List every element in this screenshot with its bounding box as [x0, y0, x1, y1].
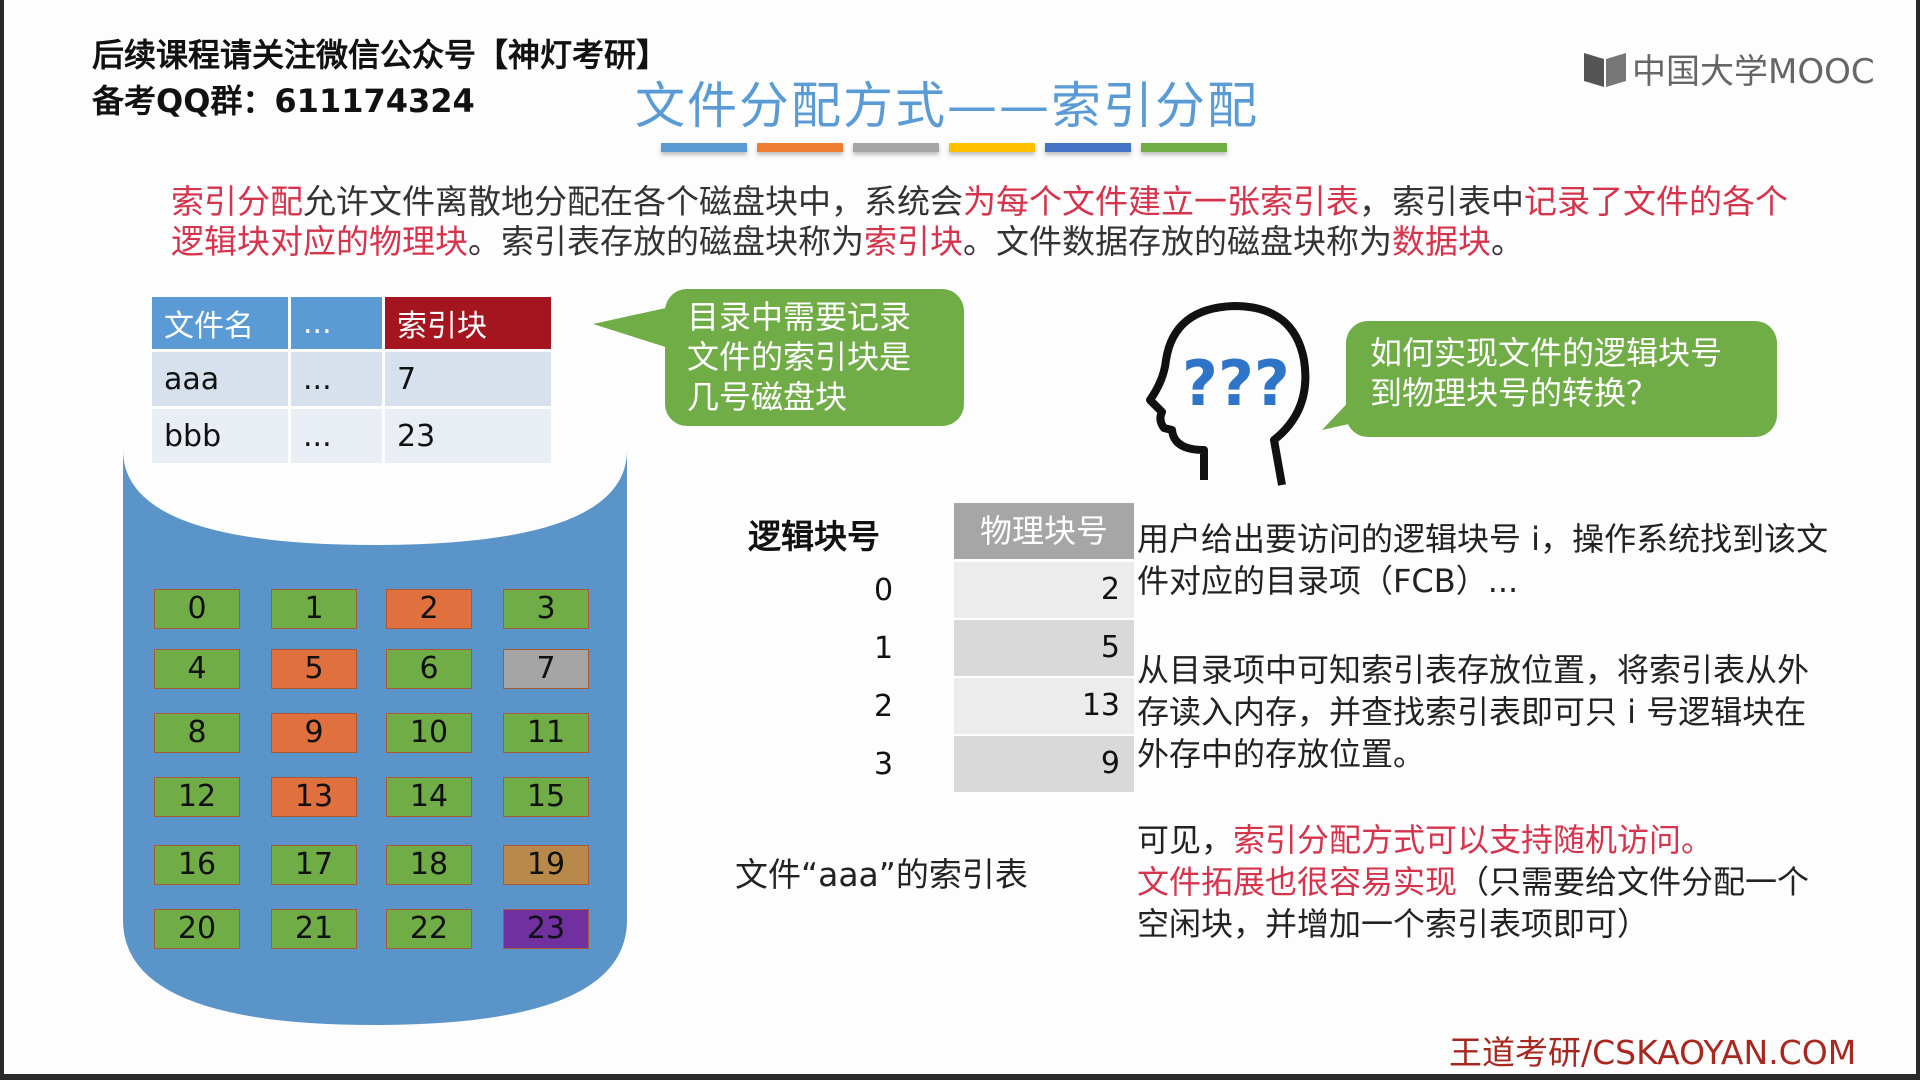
col-physical-block: 物理块号	[954, 502, 1134, 559]
disk-block: 2	[386, 589, 472, 629]
disk-block: 19	[503, 845, 589, 885]
explanation-p3: 可见，索引分配方式可以支持随机访问。 文件拓展也很容易实现（只需要给文件分配一个空…	[1137, 819, 1837, 945]
intro-segment: 为每个文件建立一张索引表	[963, 182, 1359, 221]
title-color-bar	[949, 143, 1035, 152]
disk-block: 23	[503, 909, 589, 949]
index-table-row: 39	[874, 735, 1134, 793]
index-table-row: 15	[874, 619, 1134, 677]
disk-block: 11	[503, 713, 589, 753]
callout-directory: 目录中需要记录文件的索引块是几号磁盘块	[665, 289, 964, 426]
title-color-bar	[661, 143, 747, 152]
explanation-p1: 用户给出要访问的逻辑块号 i，操作系统找到该文件对应的目录项（FCB）...	[1137, 520, 1829, 600]
p3-prefix: 可见，	[1137, 821, 1234, 859]
logical-block-number: 1	[874, 630, 894, 666]
disk-block: 18	[386, 845, 472, 885]
index-table-row: 02	[874, 561, 1134, 619]
col-logical-block: 逻辑块号	[748, 517, 880, 556]
title-color-bar	[757, 143, 843, 152]
cell: ...	[291, 352, 382, 406]
col-filename: 文件名	[152, 297, 288, 349]
cell: ...	[291, 409, 382, 463]
index-table: 物理块号 0 2 1 5 2 13 3 9	[874, 502, 1134, 793]
title-color-bar	[1141, 143, 1227, 152]
intro-segment: 。索引表存放的磁盘块称为	[468, 222, 864, 261]
index-table-row: 2 13	[874, 677, 1134, 735]
intro-segment: ，索引表中	[1359, 182, 1524, 221]
book-icon	[1584, 52, 1626, 87]
disk-block: 16	[154, 845, 240, 885]
logical-block-number: 0	[874, 572, 894, 608]
cell: 23	[385, 409, 551, 463]
index-table-caption: 文件“aaa”的索引表	[735, 855, 1028, 894]
directory-header-row: 文件名 ... 索引块	[152, 297, 551, 349]
intro-segment: 数据块	[1392, 222, 1491, 261]
disk-block: 8	[154, 713, 240, 753]
disk-block: 22	[386, 909, 472, 949]
cell: 7	[385, 352, 551, 406]
disk-block: 1	[271, 589, 357, 629]
question-marks: ???	[1182, 347, 1290, 420]
disk-block: 7	[503, 649, 589, 689]
disk-block: 15	[503, 777, 589, 817]
disk-block: 21	[271, 909, 357, 949]
intro-segment: 索引分配	[171, 182, 303, 221]
disk-block: 5	[271, 649, 357, 689]
disk-block: 9	[271, 713, 357, 753]
physical-block-number: 2	[954, 562, 1134, 618]
explanation-p2: 从目录项中可知索引表存放位置，将索引表从外存读入内存，并查找索引表即可只 i 号…	[1137, 651, 1810, 773]
intro-paragraph: 索引分配允许文件离散地分配在各个磁盘块中，系统会为每个文件建立一张索引表，索引表…	[171, 182, 1811, 262]
directory-table: 文件名 ... 索引块 aaa ... 7 bbb ... 23	[149, 294, 554, 466]
col-ellipsis: ...	[291, 297, 382, 349]
callout-question: 如何实现文件的逻辑块号到物理块号的转换？	[1346, 321, 1777, 437]
disk-block: 14	[386, 777, 472, 817]
p3-extension: 文件拓展也很容易实现	[1137, 863, 1458, 901]
disk-block: 20	[154, 909, 240, 949]
intro-segment: 索引块	[864, 222, 963, 261]
p3-random-access: 索引分配方式可以支持随机访问。	[1233, 821, 1714, 859]
logical-block-number: 2	[874, 688, 894, 724]
intro-segment: 允许文件离散地分配在各个磁盘块中，系统会	[303, 182, 963, 221]
disk-block: 12	[154, 777, 240, 817]
disk-block: 17	[271, 845, 357, 885]
table-row: bbb ... 23	[152, 409, 551, 463]
disk-block: 6	[386, 649, 472, 689]
logo-text: 中国大学MOOC	[1632, 52, 1875, 92]
table-row: aaa ... 7	[152, 352, 551, 406]
title-color-bar	[1045, 143, 1131, 152]
cell: aaa	[152, 352, 288, 406]
intro-segment: 。	[1491, 222, 1524, 261]
disk-block: 13	[271, 777, 357, 817]
title-color-bar	[853, 143, 939, 152]
col-index-block: 索引块	[385, 297, 551, 349]
physical-block-number: 5	[954, 620, 1134, 676]
disk-block: 4	[154, 649, 240, 689]
disk-block: 3	[503, 589, 589, 629]
footer-watermark: 王道考研/CSKAOYAN.COM	[1449, 1033, 1857, 1072]
disk-block: 10	[386, 713, 472, 753]
cell: bbb	[152, 409, 288, 463]
slide: 后续课程请关注微信公众号【神灯考研】 备考QQ群：611174324 文件分配方…	[4, 0, 1916, 1074]
mooc-logo: 中国大学MOOC	[1582, 44, 1875, 93]
disk-block: 0	[154, 589, 240, 629]
thinking-head-icon: ???	[1146, 302, 1310, 486]
physical-block-number: 13	[954, 678, 1134, 734]
logical-block-number: 3	[874, 746, 894, 782]
intro-segment: 。文件数据存放的磁盘块称为	[963, 222, 1392, 261]
physical-block-number: 9	[954, 736, 1134, 792]
